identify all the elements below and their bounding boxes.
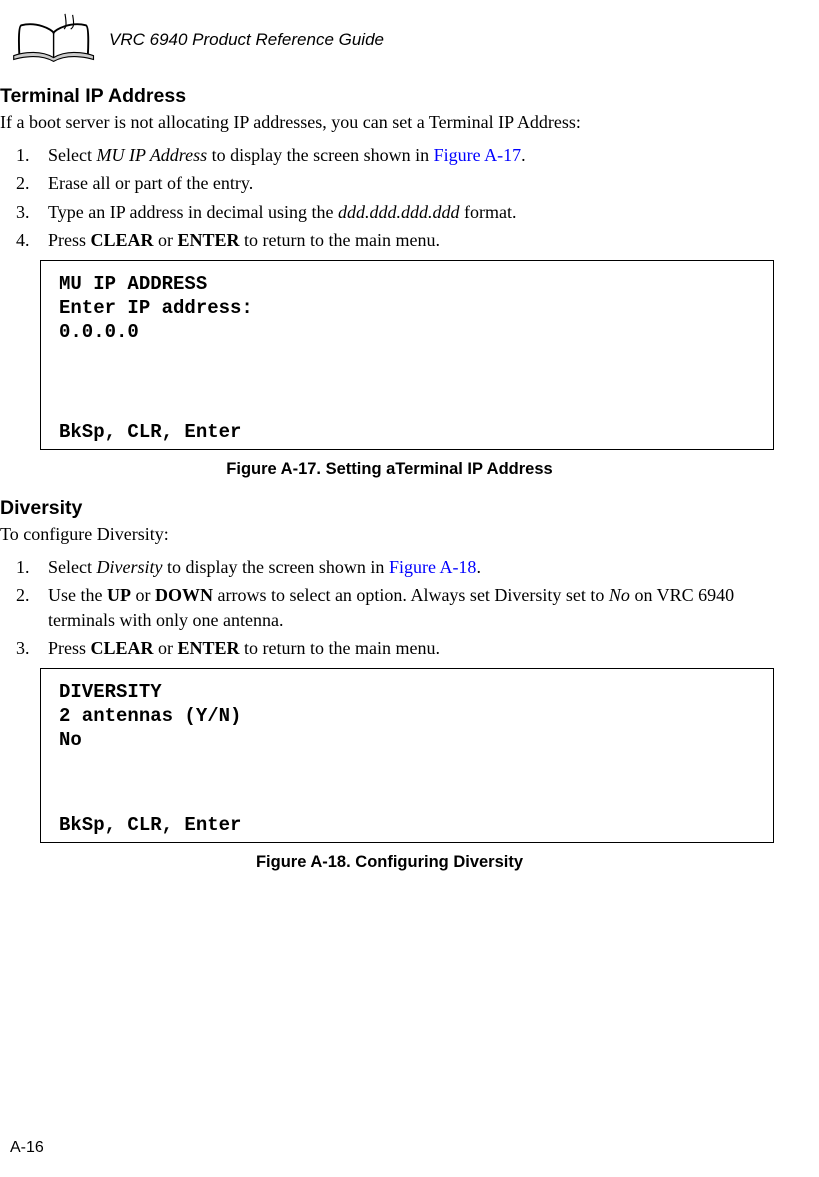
header-title: VRC 6940 Product Reference Guide [109, 30, 384, 50]
book-icon [8, 12, 103, 67]
terminal-ip-screen: MU IP ADDRESS Enter IP address: 0.0.0.0 … [40, 260, 774, 450]
terminal-top: MU IP ADDRESS Enter IP address: 0.0.0.0 [59, 273, 755, 344]
terminal-line: Enter IP address: [59, 297, 755, 321]
figure-link-a17[interactable]: Figure A-17 [434, 145, 522, 165]
figure-link-a18[interactable]: Figure A-18 [389, 557, 477, 577]
list-item: Type an IP address in decimal using the … [34, 200, 779, 224]
terminal-line: No [59, 729, 755, 753]
list-item: Press CLEAR or ENTER to return to the ma… [34, 636, 779, 660]
section2-lead: To configure Diversity: [0, 524, 779, 545]
section1-lead: If a boot server is not allocating IP ad… [0, 112, 779, 133]
terminal-diversity-screen: DIVERSITY 2 antennas (Y/N) No BkSp, CLR,… [40, 668, 774, 843]
terminal-line: 2 antennas (Y/N) [59, 705, 755, 729]
figure-caption-a18: Figure A-18. Configuring Diversity [0, 853, 779, 872]
section2-steps: Select Diversity to display the screen s… [34, 555, 779, 660]
content: Terminal IP Address If a boot server is … [0, 85, 819, 872]
terminal-line: MU IP ADDRESS [59, 273, 755, 297]
list-item: Erase all or part of the entry. [34, 171, 779, 195]
figure-caption-a17: Figure A-17. Setting aTerminal IP Addres… [0, 460, 779, 479]
terminal-line: DIVERSITY [59, 681, 755, 705]
section-heading-diversity: Diversity [0, 497, 779, 520]
page: VRC 6940 Product Reference Guide Termina… [0, 0, 819, 1177]
terminal-footer: BkSp, CLR, Enter [59, 421, 755, 443]
list-item: Press CLEAR or ENTER to return to the ma… [34, 228, 779, 252]
section1-steps: Select MU IP Address to display the scre… [34, 143, 779, 252]
list-item: Select MU IP Address to display the scre… [34, 143, 779, 167]
terminal-footer: BkSp, CLR, Enter [59, 814, 755, 836]
page-header: VRC 6940 Product Reference Guide [0, 0, 819, 81]
terminal-top: DIVERSITY 2 antennas (Y/N) No [59, 681, 755, 752]
list-item: Use the UP or DOWN arrows to select an o… [34, 583, 779, 632]
section-heading-terminal-ip: Terminal IP Address [0, 85, 779, 108]
page-number: A-16 [10, 1139, 44, 1157]
terminal-line: 0.0.0.0 [59, 321, 755, 345]
list-item: Select Diversity to display the screen s… [34, 555, 779, 579]
